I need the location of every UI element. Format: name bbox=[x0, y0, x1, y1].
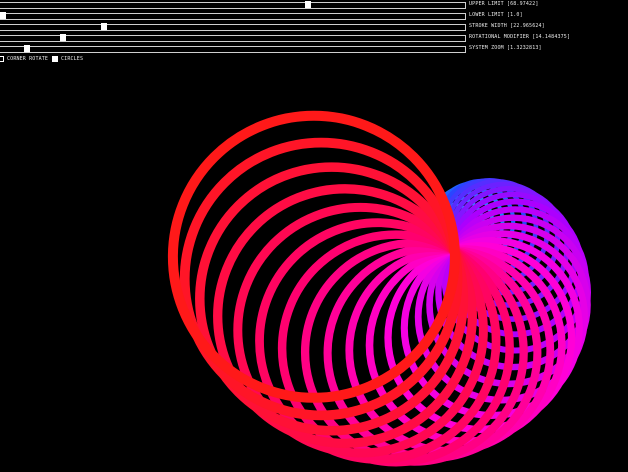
spiral-visualization bbox=[167, 110, 591, 467]
spiral-rings bbox=[167, 110, 591, 467]
